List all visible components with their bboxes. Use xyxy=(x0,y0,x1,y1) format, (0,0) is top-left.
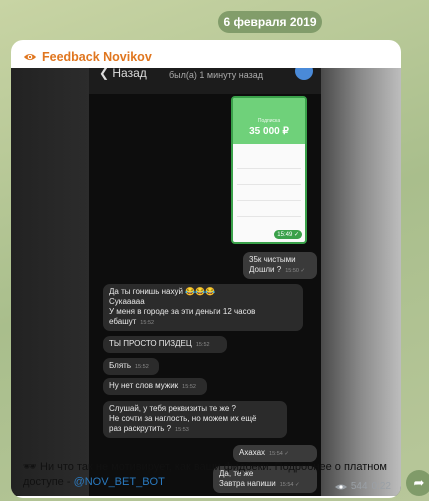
phone-screenshot: ❮ Назад был(а) 1 минуту назад Подписка 3… xyxy=(89,68,321,496)
phone-last-seen: был(а) 1 минуту назад xyxy=(169,70,264,80)
eye-icon xyxy=(23,53,37,61)
payment-header: Подписка 35 000 ₽ xyxy=(233,98,305,144)
views-count: 544 xyxy=(350,481,368,492)
payment-amount: 35 000 ₽ xyxy=(249,126,289,137)
payment-time: 15:49 ✓ xyxy=(274,230,302,239)
chat-message: Блять 15:52 xyxy=(103,358,159,375)
chat-message: ТЫ ПРОСТО ПИЗДЕЦ 15:52 xyxy=(103,336,227,353)
share-arrow-icon[interactable]: ➦ xyxy=(406,470,429,496)
channel-post: Feedback Novikov ❮ Назад был(а) 1 минуту… xyxy=(11,40,401,498)
photo-blur-right xyxy=(311,68,401,496)
payment-sub: Подписка xyxy=(257,118,281,124)
post-meta: 544 0:22 xyxy=(334,481,391,492)
post-time: 0:22 xyxy=(371,481,391,492)
payment-row xyxy=(237,200,301,201)
phone-back: ❮ Назад xyxy=(99,68,147,80)
chat-message: Ну нет слов мужик 15:52 xyxy=(103,378,207,395)
channel-name: Feedback Novikov xyxy=(42,50,152,64)
chat-message: 35к чистыми Дошли ? 15:50 ✓ xyxy=(243,252,317,279)
bot-link[interactable]: @NOV_BET_BOT xyxy=(74,476,165,488)
payment-row xyxy=(237,184,301,185)
payment-screenshot: Подписка 35 000 ₽ 15:49 ✓ xyxy=(231,96,307,244)
date-text: 6 февраля 2019 xyxy=(223,15,317,29)
photo-blur-left xyxy=(11,68,91,496)
payment-row xyxy=(237,216,301,217)
chat-message: Слушай, у тебя реквизиты те же ? Не сочт… xyxy=(103,401,287,438)
chat-message: Да ты гонишь нахуй 😂😂😂 Сукааааа У меня в… xyxy=(103,284,303,331)
post-photo[interactable]: ❮ Назад был(а) 1 минуту назад Подписка 3… xyxy=(11,68,401,496)
views-icon xyxy=(334,484,347,489)
phone-chat-header: ❮ Назад был(а) 1 минуту назад xyxy=(89,68,321,94)
payment-row xyxy=(237,168,301,169)
date-pill: 6 февраля 2019 xyxy=(218,11,322,33)
channel-header[interactable]: Feedback Novikov xyxy=(23,49,152,65)
avatar xyxy=(295,68,313,80)
